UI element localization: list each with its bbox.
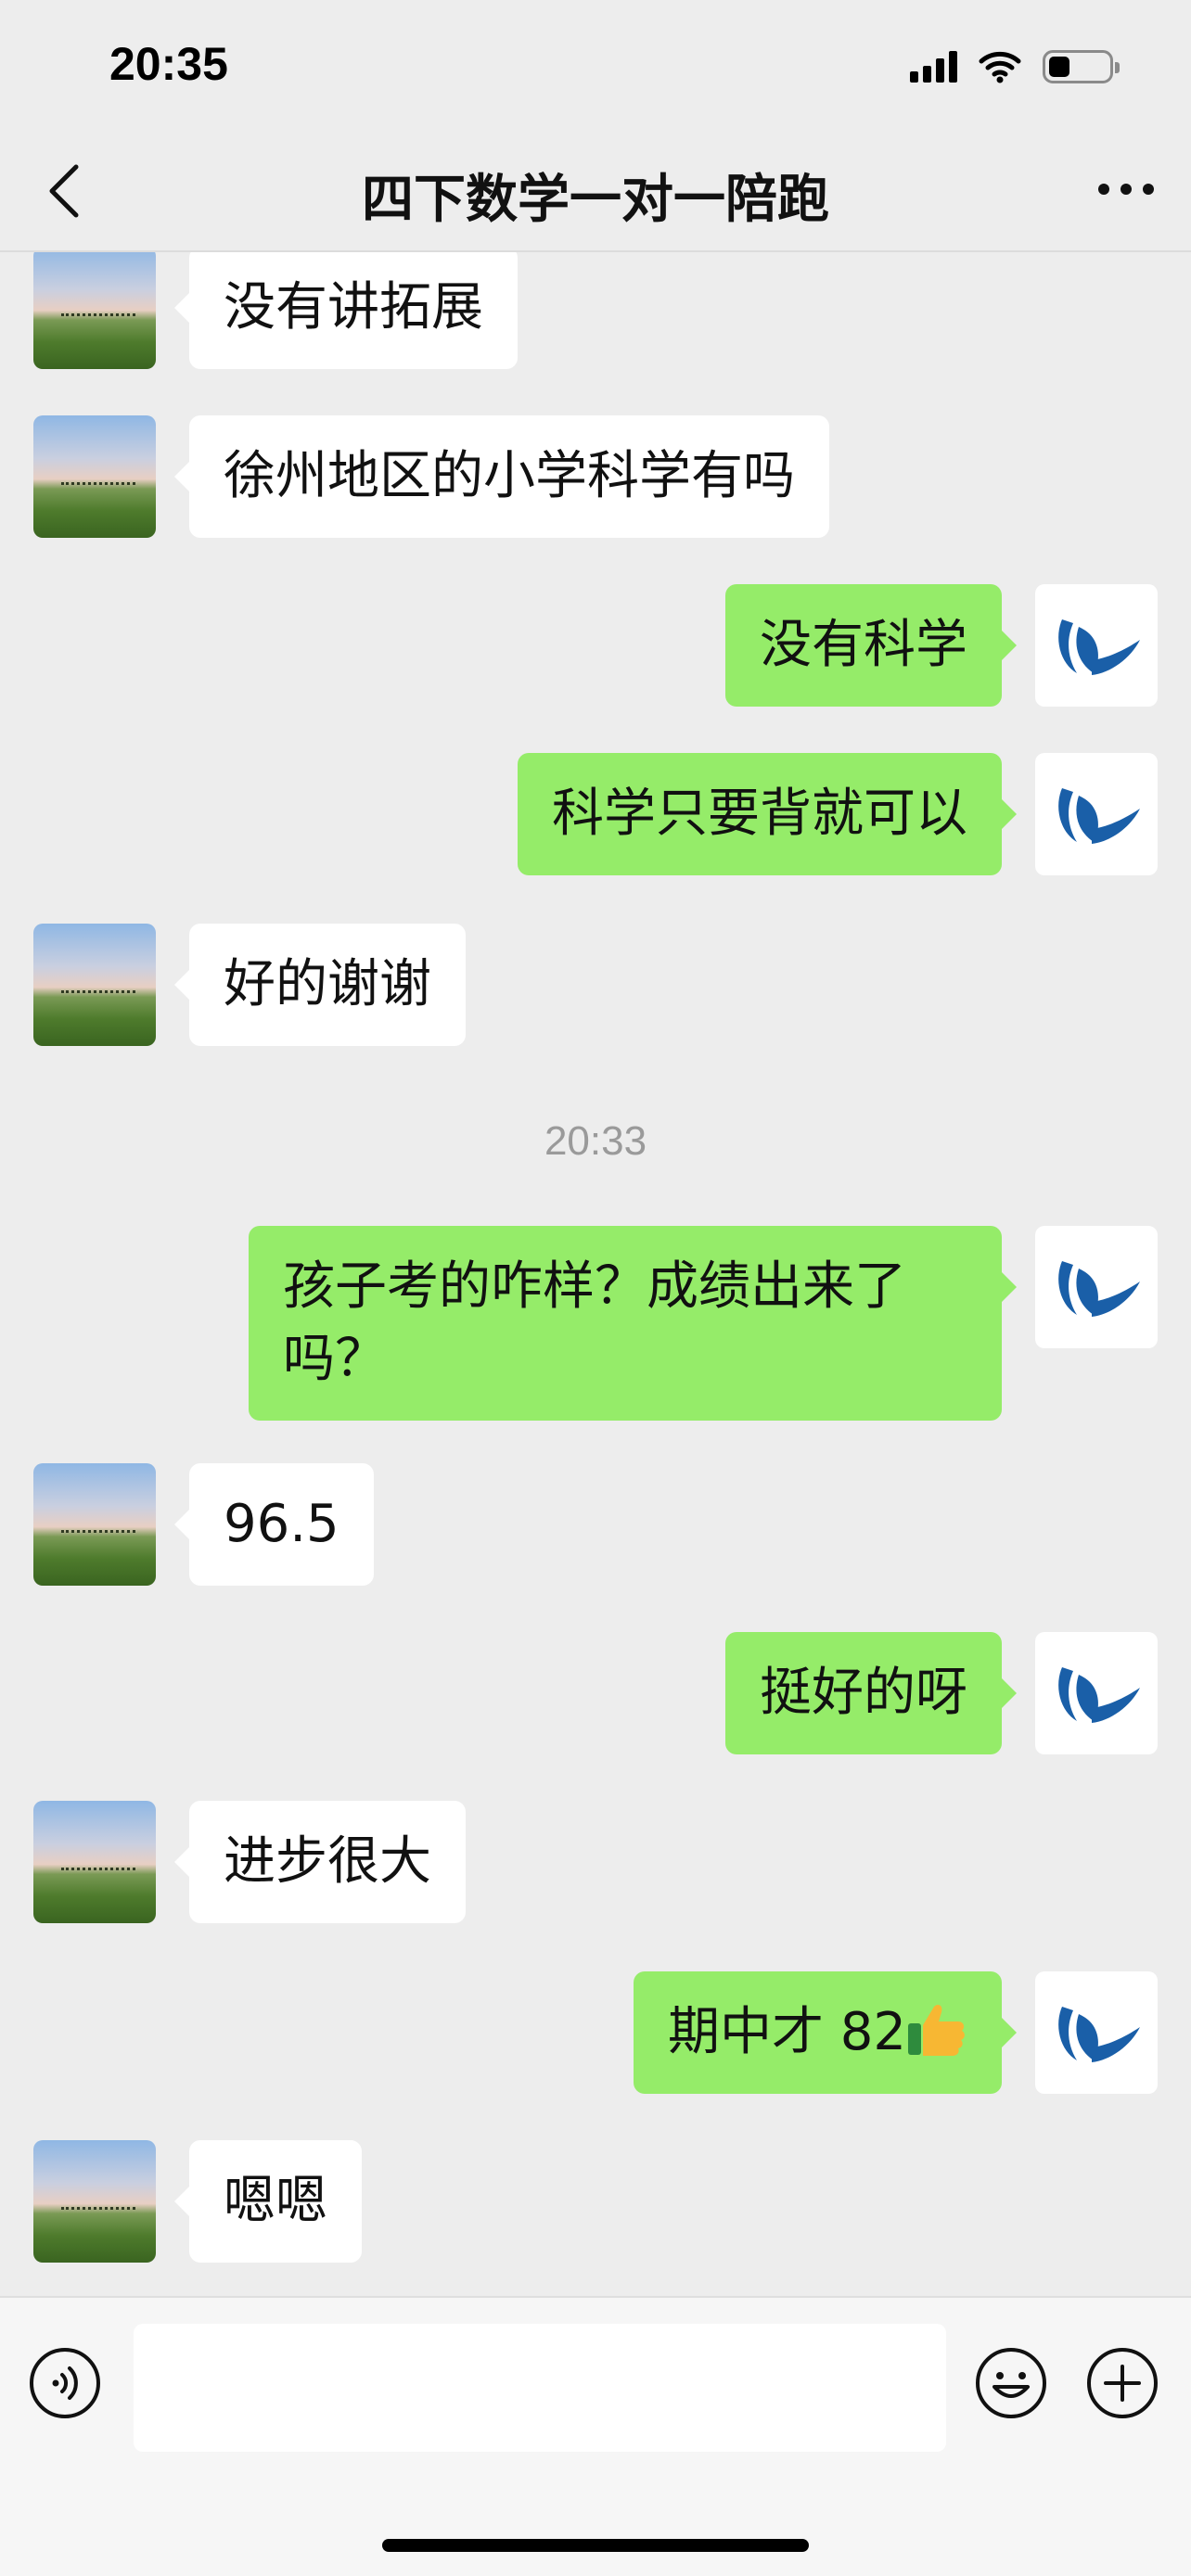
status-bar: 20:35 bbox=[0, 0, 1191, 130]
status-time: 20:35 bbox=[109, 38, 228, 90]
input-bar bbox=[0, 2296, 1191, 2576]
logo-icon bbox=[1058, 619, 1140, 675]
message-timestamp: 20:33 bbox=[544, 1118, 647, 1164]
user-avatar[interactable] bbox=[1035, 584, 1158, 707]
more-dots-icon[interactable] bbox=[1098, 184, 1154, 195]
message-bubble[interactable]: 嗯嗯 bbox=[174, 2140, 362, 2263]
nav-bar: 四下数学一对一陪跑 bbox=[0, 130, 1191, 252]
thumbs-up-icon bbox=[906, 1999, 967, 2060]
home-indicator[interactable] bbox=[382, 2539, 809, 2552]
plus-icon[interactable] bbox=[1085, 2346, 1159, 2420]
message-input[interactable] bbox=[134, 2324, 946, 2452]
logo-icon bbox=[1058, 2007, 1140, 2062]
user-avatar[interactable] bbox=[1035, 1971, 1158, 2094]
user-avatar[interactable] bbox=[1035, 1226, 1158, 1348]
battery-icon bbox=[1043, 50, 1120, 83]
message-bubble[interactable]: 好的谢谢 bbox=[174, 924, 466, 1046]
emoji-icon[interactable] bbox=[974, 2346, 1048, 2420]
message-text: 期中才 82 bbox=[667, 2002, 906, 2062]
chat-title: 四下数学一对一陪跑 bbox=[362, 170, 829, 230]
battery-level bbox=[1049, 57, 1069, 77]
user-avatar[interactable] bbox=[1035, 753, 1158, 875]
message-bubble[interactable]: 进步很大 bbox=[174, 1801, 466, 1923]
logo-icon bbox=[1058, 1667, 1140, 1723]
message-bubble[interactable]: 期中才 82 bbox=[633, 1971, 1018, 2094]
user-avatar[interactable] bbox=[1035, 1632, 1158, 1754]
contact-avatar[interactable] bbox=[33, 2140, 156, 2263]
contact-avatar[interactable] bbox=[33, 1801, 156, 1923]
cellular-signal-icon bbox=[910, 51, 957, 83]
status-icons bbox=[910, 46, 1120, 87]
message-bubble[interactable]: 科学只要背就可以 bbox=[518, 753, 1017, 875]
message-bubble[interactable]: 挺好的呀 bbox=[725, 1632, 1017, 1754]
logo-icon bbox=[1058, 1261, 1140, 1317]
message-bubble[interactable]: 徐州地区的小学科学有吗 bbox=[174, 415, 829, 538]
contact-avatar[interactable] bbox=[33, 252, 156, 369]
logo-icon bbox=[1058, 788, 1140, 844]
chat-message-list[interactable]: 没有讲拓展 徐州地区的小学科学有吗 没有科学 科学只要背就可以 好的谢谢 20:… bbox=[0, 252, 1191, 2296]
message-bubble[interactable]: 96.5 bbox=[174, 1463, 374, 1586]
voice-icon[interactable] bbox=[28, 2346, 102, 2420]
message-bubble[interactable]: 孩子考的咋样？成绩出来了吗？ bbox=[249, 1226, 1017, 1421]
wifi-icon bbox=[978, 50, 1022, 83]
contact-avatar[interactable] bbox=[33, 415, 156, 538]
message-bubble[interactable]: 没有科学 bbox=[725, 584, 1017, 707]
contact-avatar[interactable] bbox=[33, 1463, 156, 1586]
message-bubble[interactable]: 没有讲拓展 bbox=[174, 252, 518, 369]
contact-avatar[interactable] bbox=[33, 924, 156, 1046]
